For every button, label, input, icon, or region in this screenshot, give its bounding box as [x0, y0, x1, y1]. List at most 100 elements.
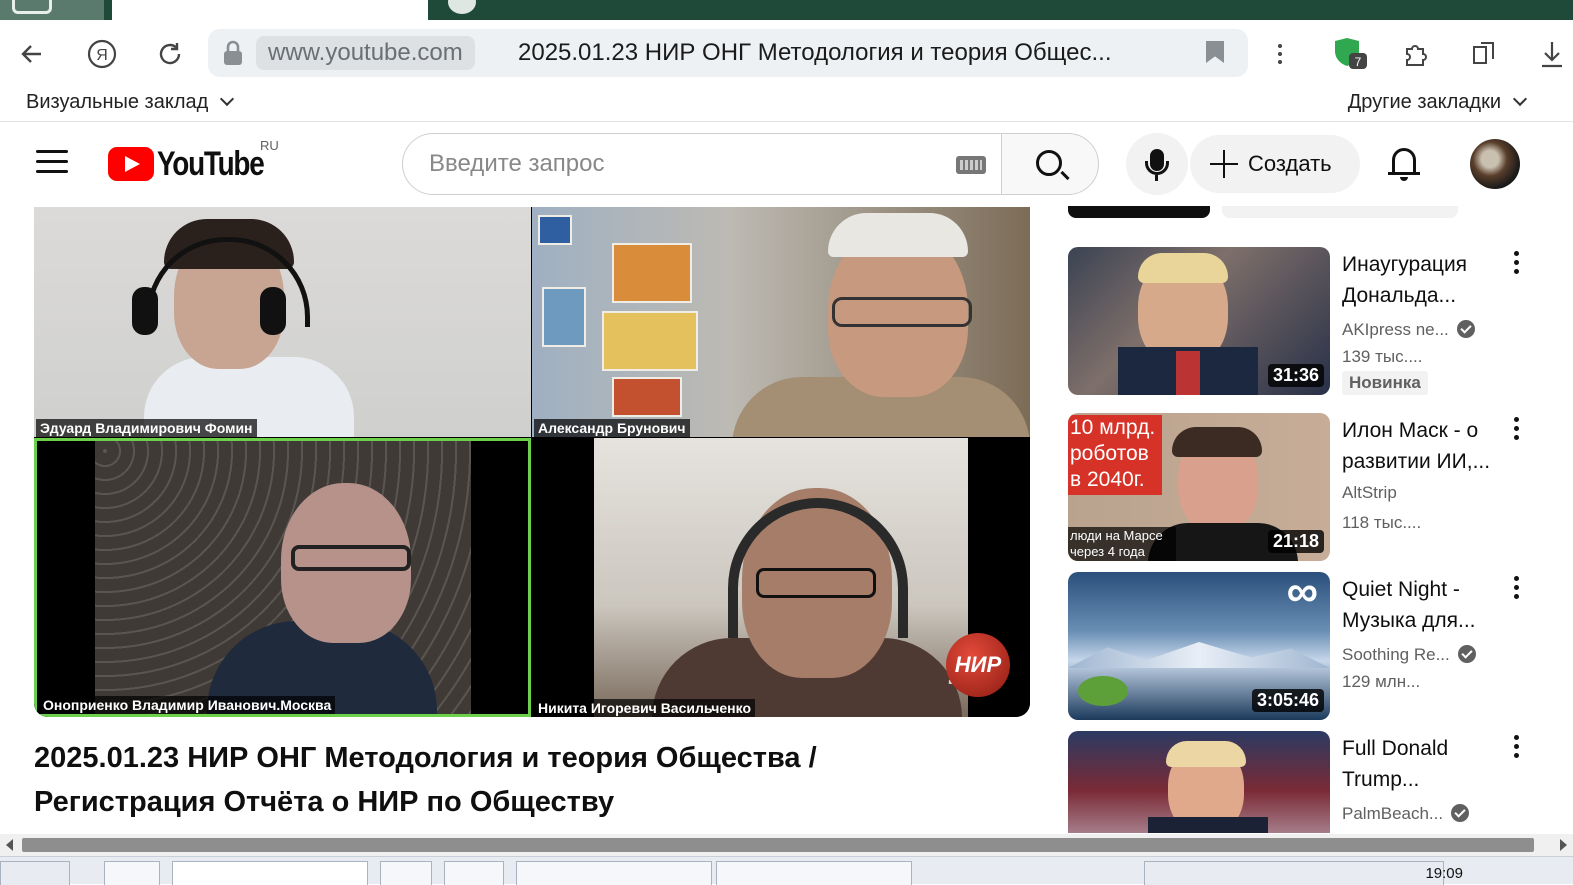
recommendation-title[interactable]: Илон Маск - о развитии ИИ,... — [1342, 415, 1512, 477]
infinity-logo: ∞ — [1286, 572, 1318, 616]
taskbar-document[interactable] — [716, 861, 912, 885]
puzzle-icon — [1406, 45, 1427, 66]
recommendation-title[interactable]: Full Donald Trump... — [1342, 733, 1512, 795]
other-bookmarks-button[interactable]: Другие закладки — [1347, 91, 1528, 114]
reload-button[interactable] — [150, 34, 190, 74]
taskbar-document[interactable] — [516, 861, 712, 885]
collections-button[interactable] — [1464, 34, 1504, 74]
thumbnail-overlay-caption: люди на Марсе через 4 года — [1068, 527, 1176, 561]
browser-toolbar: Я www.youtube.com 2025.01.23 НИР ОНГ Мет… — [0, 20, 1573, 86]
search-input[interactable]: Введите запрос — [402, 133, 1002, 195]
channel-label: AKIpress ne... — [1342, 320, 1449, 339]
create-button[interactable]: Создать — [1190, 135, 1360, 193]
video-thumbnail[interactable]: ∞ 3:05:46 — [1068, 572, 1330, 720]
nir-badge: НИР — [946, 633, 1010, 697]
notifications-bell-icon[interactable] — [1386, 146, 1422, 182]
video-title: 2025.01.23 НИР ОНГ Методология и теория … — [34, 736, 1014, 824]
more-options-icon[interactable] — [1512, 251, 1520, 281]
recommendation-title[interactable]: Quiet Night - Музыка для... — [1342, 574, 1512, 636]
os-taskbar: 19:09 — [0, 856, 1573, 885]
taskbar-browser[interactable] — [172, 861, 368, 885]
other-bookmarks-label: Другие закладки — [1347, 91, 1501, 113]
address-page-title[interactable]: 2025.01.23 НИР ОНГ Методология и теория … — [518, 29, 1111, 77]
video-thumbnail[interactable]: 10 млрд. роботов в 2040г. люди на Марсе … — [1068, 413, 1330, 561]
taskbar-app[interactable] — [444, 861, 504, 885]
bookmark-icon[interactable] — [1206, 41, 1224, 63]
video-duration: 21:18 — [1267, 530, 1324, 553]
visual-bookmarks-button[interactable]: Визуальные заклад — [26, 91, 235, 114]
scrollbar-thumb[interactable] — [22, 838, 1534, 852]
visual-bookmarks-label: Визуальные заклад — [26, 91, 209, 113]
more-options-icon[interactable] — [1512, 417, 1520, 447]
system-tray[interactable] — [1144, 861, 1444, 885]
plus-icon — [1210, 150, 1238, 178]
avatar[interactable] — [1470, 139, 1520, 189]
browser-tab-previous[interactable] — [0, 0, 104, 20]
channel-name[interactable]: AltStrip — [1342, 483, 1397, 503]
participant-tile-active-speaker: Оноприенко Владимир Иванович.Москва — [34, 438, 531, 717]
bookmarks-bar: Визуальные заклад Другие закладки — [0, 86, 1573, 122]
participant-tile: Александр Брунович — [532, 207, 1030, 437]
filter-chip[interactable] — [1222, 206, 1458, 218]
taskbar-explorer[interactable] — [104, 861, 160, 885]
video-thumbnail[interactable]: 31:36 — [1068, 247, 1330, 395]
view-count: 139 тыс.... — [1342, 347, 1423, 366]
channel-label: AltStrip — [1342, 483, 1397, 502]
channel-name[interactable]: AKIpress ne... — [1342, 317, 1475, 340]
back-arrow-icon — [21, 45, 41, 63]
back-button[interactable] — [12, 34, 52, 74]
filter-chip[interactable] — [1068, 206, 1210, 218]
extension-shield-button[interactable]: 7 — [1330, 34, 1370, 74]
download-icon — [1542, 42, 1562, 68]
recommendation-item[interactable]: 10 млрд. роботов в 2040г. люди на Марсе … — [1068, 413, 1548, 563]
participant-name: Оноприенко Владимир Иванович.Москва — [39, 696, 336, 714]
lock-icon[interactable] — [220, 39, 246, 67]
recommendation-item[interactable]: 31:36 Инаугурация Дональда... AKIpress n… — [1068, 247, 1548, 397]
menu-icon[interactable] — [36, 150, 68, 176]
video-duration: 31:36 — [1267, 364, 1324, 387]
recommendation-item[interactable]: Full Donald Trump... PalmBeach... — [1068, 731, 1548, 833]
keyboard-icon[interactable] — [956, 156, 986, 174]
youtube-header: YouTube RU Введите запрос Создать — [0, 122, 1573, 206]
verified-icon — [1451, 804, 1470, 822]
video-thumbnail[interactable] — [1068, 731, 1330, 833]
video-title-line-2: Регистрация Отчёта о НИР по Обществу — [34, 786, 615, 818]
recommendation-item[interactable]: ∞ 3:05:46 Quiet Night - Музыка для... So… — [1068, 572, 1548, 722]
participant-tile: Эдуард Владимирович Фомин — [34, 207, 531, 437]
video-duration: 3:05:46 — [1251, 689, 1324, 712]
channel-name[interactable]: PalmBeach... — [1342, 801, 1470, 824]
youtube-logo-text: YouTube — [157, 144, 265, 183]
youtube-play-icon — [108, 147, 154, 181]
verified-icon — [1456, 320, 1475, 338]
video-player[interactable]: Эдуард Владимирович Фомин Александр Брун… — [34, 207, 1030, 717]
more-options-icon[interactable] — [1512, 576, 1520, 606]
youtube-logo[interactable]: YouTube RU — [108, 138, 287, 183]
tab-icon — [12, 0, 52, 14]
address-bar[interactable]: www.youtube.com 2025.01.23 НИР ОНГ Метод… — [208, 29, 1248, 77]
extensions-button[interactable] — [1396, 34, 1436, 74]
reload-icon — [159, 43, 181, 65]
taskbar-app[interactable] — [380, 861, 432, 885]
channel-name[interactable]: Soothing Re... — [1342, 642, 1476, 665]
recommendation-title[interactable]: Инаугурация Дональда... — [1342, 249, 1512, 311]
scroll-right-arrow-icon[interactable] — [1560, 839, 1567, 851]
participant-tile: zoo НИР Никита Игоревич Васильченко — [532, 438, 1030, 717]
taskbar-clock[interactable]: 19:09 — [1425, 865, 1463, 882]
address-domain[interactable]: www.youtube.com — [256, 36, 475, 70]
chevron-down-icon — [1512, 91, 1528, 107]
downloads-button[interactable] — [1532, 34, 1572, 74]
participant-name: Александр Брунович — [534, 419, 690, 437]
browser-menu-button[interactable] — [1260, 34, 1300, 74]
scroll-left-arrow-icon[interactable] — [6, 839, 13, 851]
more-options-icon[interactable] — [1512, 735, 1520, 765]
region-code: RU — [260, 138, 279, 153]
yandex-button[interactable]: Я — [82, 34, 122, 74]
voice-search-button[interactable] — [1126, 133, 1188, 195]
search-button[interactable] — [1001, 133, 1099, 195]
extension-badge-count: 7 — [1355, 55, 1362, 69]
horizontal-scrollbar[interactable] — [0, 834, 1573, 856]
browser-tab-active[interactable] — [112, 0, 428, 20]
tab-favicon — [448, 0, 476, 14]
create-label: Создать — [1248, 151, 1332, 176]
start-button[interactable] — [0, 861, 70, 885]
